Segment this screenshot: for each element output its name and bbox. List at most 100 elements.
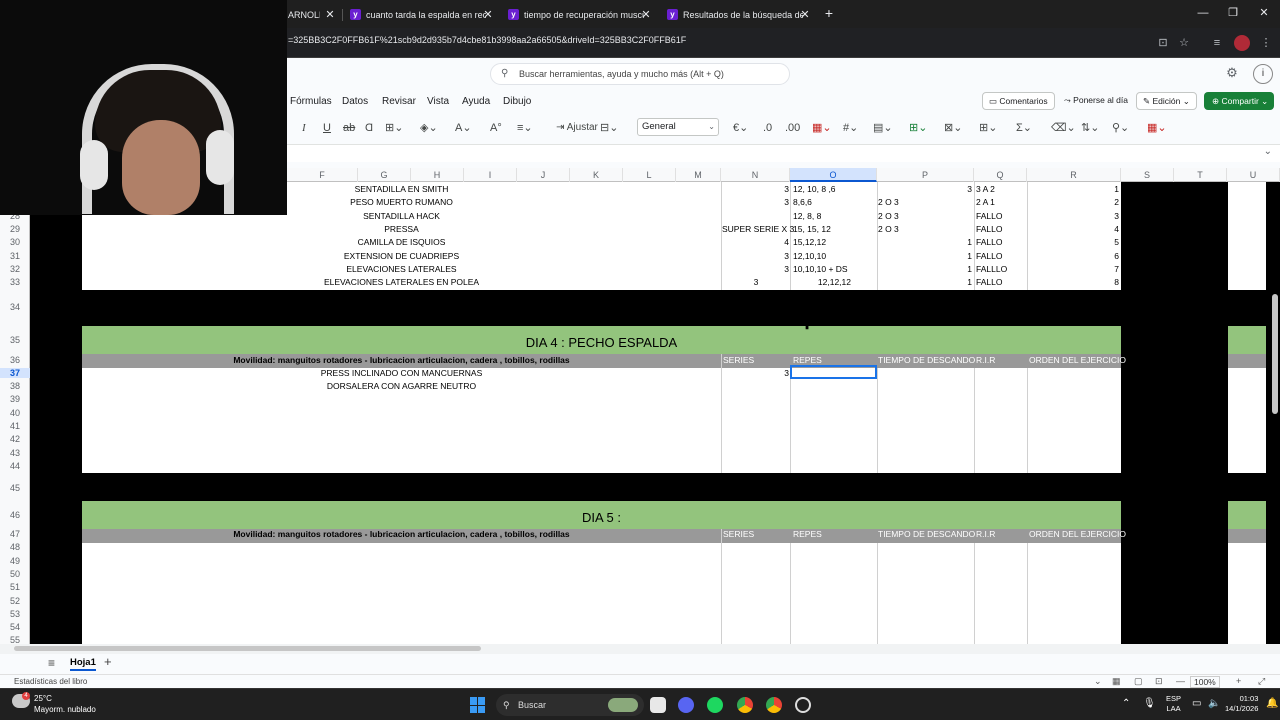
font-color-icon[interactable]: A⌄ <box>455 120 472 136</box>
cell-styles-icon[interactable]: ▤⌄ <box>873 120 893 136</box>
highlight-icon[interactable]: Ɑ <box>365 120 373 136</box>
series-cell[interactable]: SUPER SERIE X 3 <box>722 223 794 236</box>
column-header-j[interactable]: J <box>517 168 570 182</box>
windows-start-icon[interactable] <box>470 697 486 713</box>
row-number[interactable]: 52 <box>0 596 30 606</box>
gear-icon[interactable]: ⚙ <box>1225 66 1239 80</box>
rir-cell[interactable]: 3 A 2 <box>976 183 1026 196</box>
taskbar-search[interactable]: ⚲ Buscar <box>496 694 644 716</box>
column-header-k[interactable]: K <box>570 168 623 182</box>
column-header-p[interactable]: P <box>877 168 974 182</box>
day4-header-order[interactable]: ORDEN DEL EJERCICIO <box>1029 354 1126 367</box>
order-cell[interactable]: 2 <box>1028 196 1119 209</box>
row-number[interactable]: 55 <box>0 635 30 644</box>
close-icon[interactable]: ✕ <box>324 4 336 26</box>
order-cell[interactable]: 6 <box>1028 250 1119 263</box>
zoom-in-icon[interactable]: + <box>1236 676 1241 686</box>
reps-cell[interactable]: 12,10,10 <box>793 250 877 263</box>
exercise-name[interactable]: DORSALERA CON AGARRE NEUTRO <box>82 380 721 393</box>
order-cell[interactable]: 3 <box>1028 210 1119 223</box>
chevron-down-icon[interactable]: ⌄ <box>1264 146 1272 157</box>
rest-cell[interactable]: 1 <box>878 276 972 289</box>
addins-icon[interactable]: ▦⌄ <box>1147 120 1167 136</box>
sheet-tab-hoja1[interactable]: Hoja1 <box>70 657 96 671</box>
fullscreen-icon[interactable]: ⤢ <box>1258 676 1265 687</box>
reps-cell[interactable]: 15,12,12 <box>793 236 877 249</box>
tab-resultados-busqueda[interactable]: y Resultados de la búsqueda de ✕ <box>667 4 811 26</box>
number-format-select[interactable]: General ⌄ <box>637 118 719 136</box>
spotify-icon[interactable] <box>707 697 723 713</box>
tab-tiempo-recuperacion[interactable]: y tiempo de recuperación muscu ✕ <box>508 4 652 26</box>
row-number[interactable]: 41 <box>0 421 30 431</box>
horizontal-scrollbar[interactable] <box>0 644 1280 654</box>
day4-title[interactable]: DIA 4 : PECHO ESPALDA <box>82 335 1121 350</box>
row-number[interactable]: 40 <box>0 408 30 418</box>
close-icon[interactable]: ✕ <box>482 4 494 26</box>
column-header-f[interactable]: F <box>287 168 358 182</box>
active-cell-selection[interactable] <box>790 365 877 379</box>
day5-header-reps[interactable]: REPES <box>793 528 822 541</box>
day4-mobility-note[interactable]: Movilidad: manguitos rotadores - lubrica… <box>82 354 721 367</box>
rest-cell[interactable]: 1 <box>878 236 972 249</box>
notifications-icon[interactable]: 🔔 <box>1266 698 1278 709</box>
delete-cells-icon[interactable]: ⊠⌄ <box>944 120 962 136</box>
exercise-name[interactable]: ELEVACIONES LATERALES <box>82 263 721 276</box>
share-button[interactable]: ⊕ Compartir ⌄ <box>1204 92 1274 110</box>
series-cell[interactable]: 4 <box>722 236 789 249</box>
row-number[interactable]: 46 <box>0 510 30 520</box>
clock[interactable]: 01:03 14/1/2026 <box>1225 694 1258 714</box>
insert-icon[interactable]: ⊞⌄ <box>909 120 927 136</box>
rir-cell[interactable]: FALLLO <box>976 263 1026 276</box>
exercise-name[interactable]: PRESS INCLINADO CON MANCUERNAS <box>82 367 721 380</box>
page-break-icon[interactable]: ⊡ <box>1155 676 1163 687</box>
rir-cell[interactable]: FALLO <box>976 236 1026 249</box>
rest-cell[interactable]: 2 O 3 <box>878 196 972 209</box>
row-number[interactable]: 45 <box>0 483 30 493</box>
language-indicator[interactable]: ESP LAA <box>1166 694 1181 714</box>
day5-header-rir[interactable]: R.I.R <box>976 528 995 541</box>
series-cell[interactable]: 3 <box>722 250 789 263</box>
workbook-stats-link[interactable]: Estadísticas del libro <box>14 677 87 686</box>
weather-temperature[interactable]: 25°C <box>34 694 52 703</box>
chrome-icon[interactable] <box>737 697 753 713</box>
column-header-s[interactable]: S <box>1121 168 1174 182</box>
conditional-format-icon[interactable]: ▦⌄ <box>812 120 832 136</box>
reps-cell[interactable]: 8,6,6 <box>793 196 877 209</box>
profile-avatar[interactable] <box>1234 35 1250 51</box>
reps-cell[interactable]: 12,12,12 <box>791 276 851 289</box>
zoom-out-icon[interactable]: — <box>1176 676 1185 686</box>
discord-icon[interactable] <box>678 697 694 713</box>
zoom-level[interactable]: 100% <box>1190 676 1220 688</box>
clear-icon[interactable]: ⌫⌄ <box>1051 120 1076 136</box>
sort-filter-icon[interactable]: ⇅⌄ <box>1081 120 1099 136</box>
column-header-m[interactable]: M <box>676 168 721 182</box>
row-number[interactable]: 49 <box>0 556 30 566</box>
format-cells-icon[interactable]: ⊞⌄ <box>979 120 997 136</box>
menu-formulas[interactable]: Fórmulas <box>290 94 332 110</box>
reps-cell[interactable]: 12, 10, 8 ,6 <box>793 183 877 196</box>
row-number[interactable]: 34 <box>0 302 30 312</box>
column-header-t[interactable]: T <box>1174 168 1227 182</box>
reps-cell[interactable]: 15, 15, 12 <box>793 223 877 236</box>
order-cell[interactable]: 7 <box>1028 263 1119 276</box>
row-number[interactable]: 38 <box>0 381 30 391</box>
menu-ayuda[interactable]: Ayuda <box>462 94 490 110</box>
order-cell[interactable]: 5 <box>1028 236 1119 249</box>
decimal-increase-icon[interactable]: .00 <box>785 120 800 136</box>
day5-header-series[interactable]: SERIES <box>723 528 754 541</box>
row-number[interactable]: 33 <box>0 277 30 287</box>
day5-header-order[interactable]: ORDEN DEL EJERCICIO <box>1029 528 1126 541</box>
order-cell[interactable]: 4 <box>1028 223 1119 236</box>
task-view-icon[interactable] <box>650 697 666 713</box>
day4-header-rir[interactable]: R.I.R <box>976 354 995 367</box>
autosum-icon[interactable]: Σ⌄ <box>1016 120 1032 136</box>
day5-header-rest[interactable]: TIEMPO DE DESCANDO <box>878 528 975 541</box>
series-cell[interactable]: 3 <box>722 183 789 196</box>
volume-icon[interactable]: 🔈 <box>1208 698 1220 709</box>
row-number[interactable]: 47 <box>0 529 30 539</box>
kebab-menu-icon[interactable]: ⋮ <box>1259 36 1273 50</box>
day4-header-series[interactable]: SERIES <box>723 354 754 367</box>
info-icon[interactable]: i <box>1253 64 1273 84</box>
rir-cell[interactable]: FALLO <box>976 250 1026 263</box>
close-icon[interactable]: ✕ <box>799 4 811 26</box>
